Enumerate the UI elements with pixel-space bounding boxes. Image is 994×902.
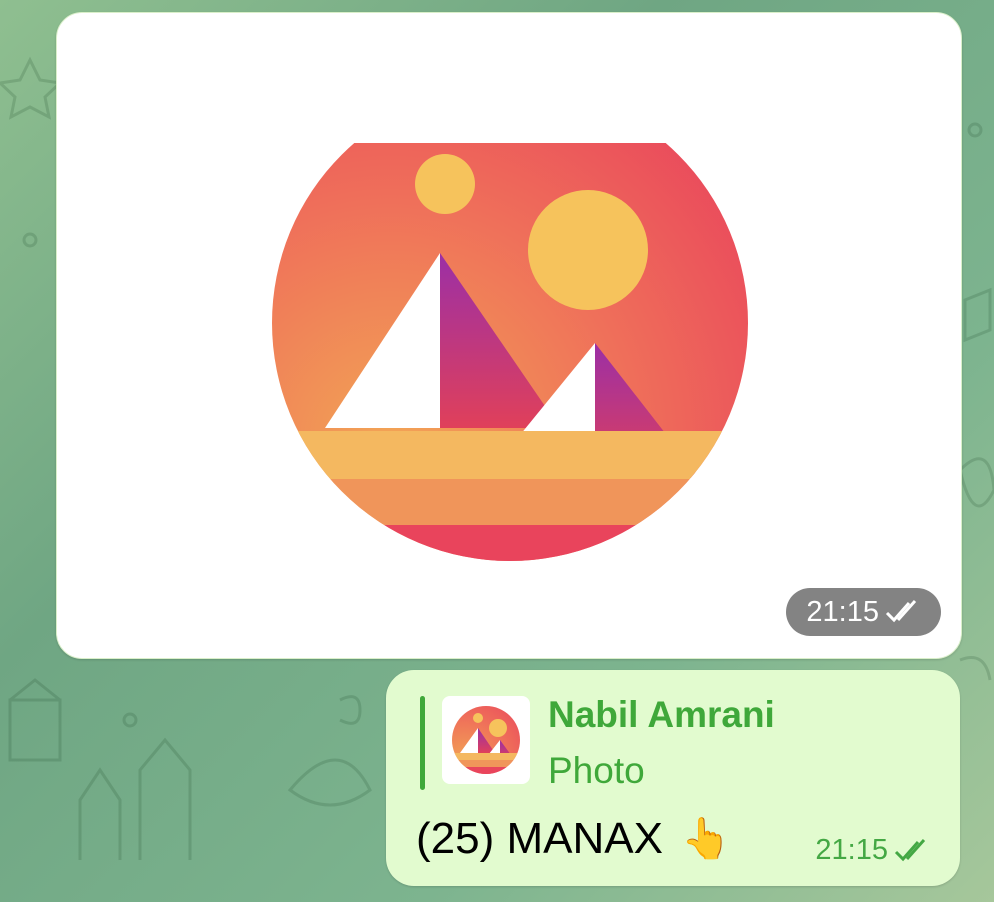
photo-time-pill: 21:15	[786, 588, 941, 636]
quoted-photo-thumbnail[interactable]	[442, 696, 530, 784]
message-time: 21:15	[815, 834, 888, 866]
quoted-author-name[interactable]: Nabil Amrani	[548, 694, 775, 736]
quoted-message-type: Photo	[548, 750, 645, 791]
message-text: (25) MANAX 👆	[416, 814, 731, 864]
decentraland-logo-image[interactable]	[270, 143, 750, 563]
double-check-icon	[885, 599, 917, 623]
double-check-icon	[894, 838, 926, 861]
decentraland-logo-icon	[452, 706, 520, 774]
reply-message-bubble[interactable]: Nabil Amrani Photo (25) MANAX 👆 21:15	[386, 670, 960, 886]
pointing-up-emoji: 👆	[680, 817, 731, 861]
quote-bar	[420, 696, 425, 790]
photo-time: 21:15	[806, 595, 879, 628]
message-body: (25) MANAX	[416, 814, 663, 863]
photo-message-bubble[interactable]: 21:15	[56, 12, 962, 659]
message-time-status: 21:15	[815, 834, 934, 867]
